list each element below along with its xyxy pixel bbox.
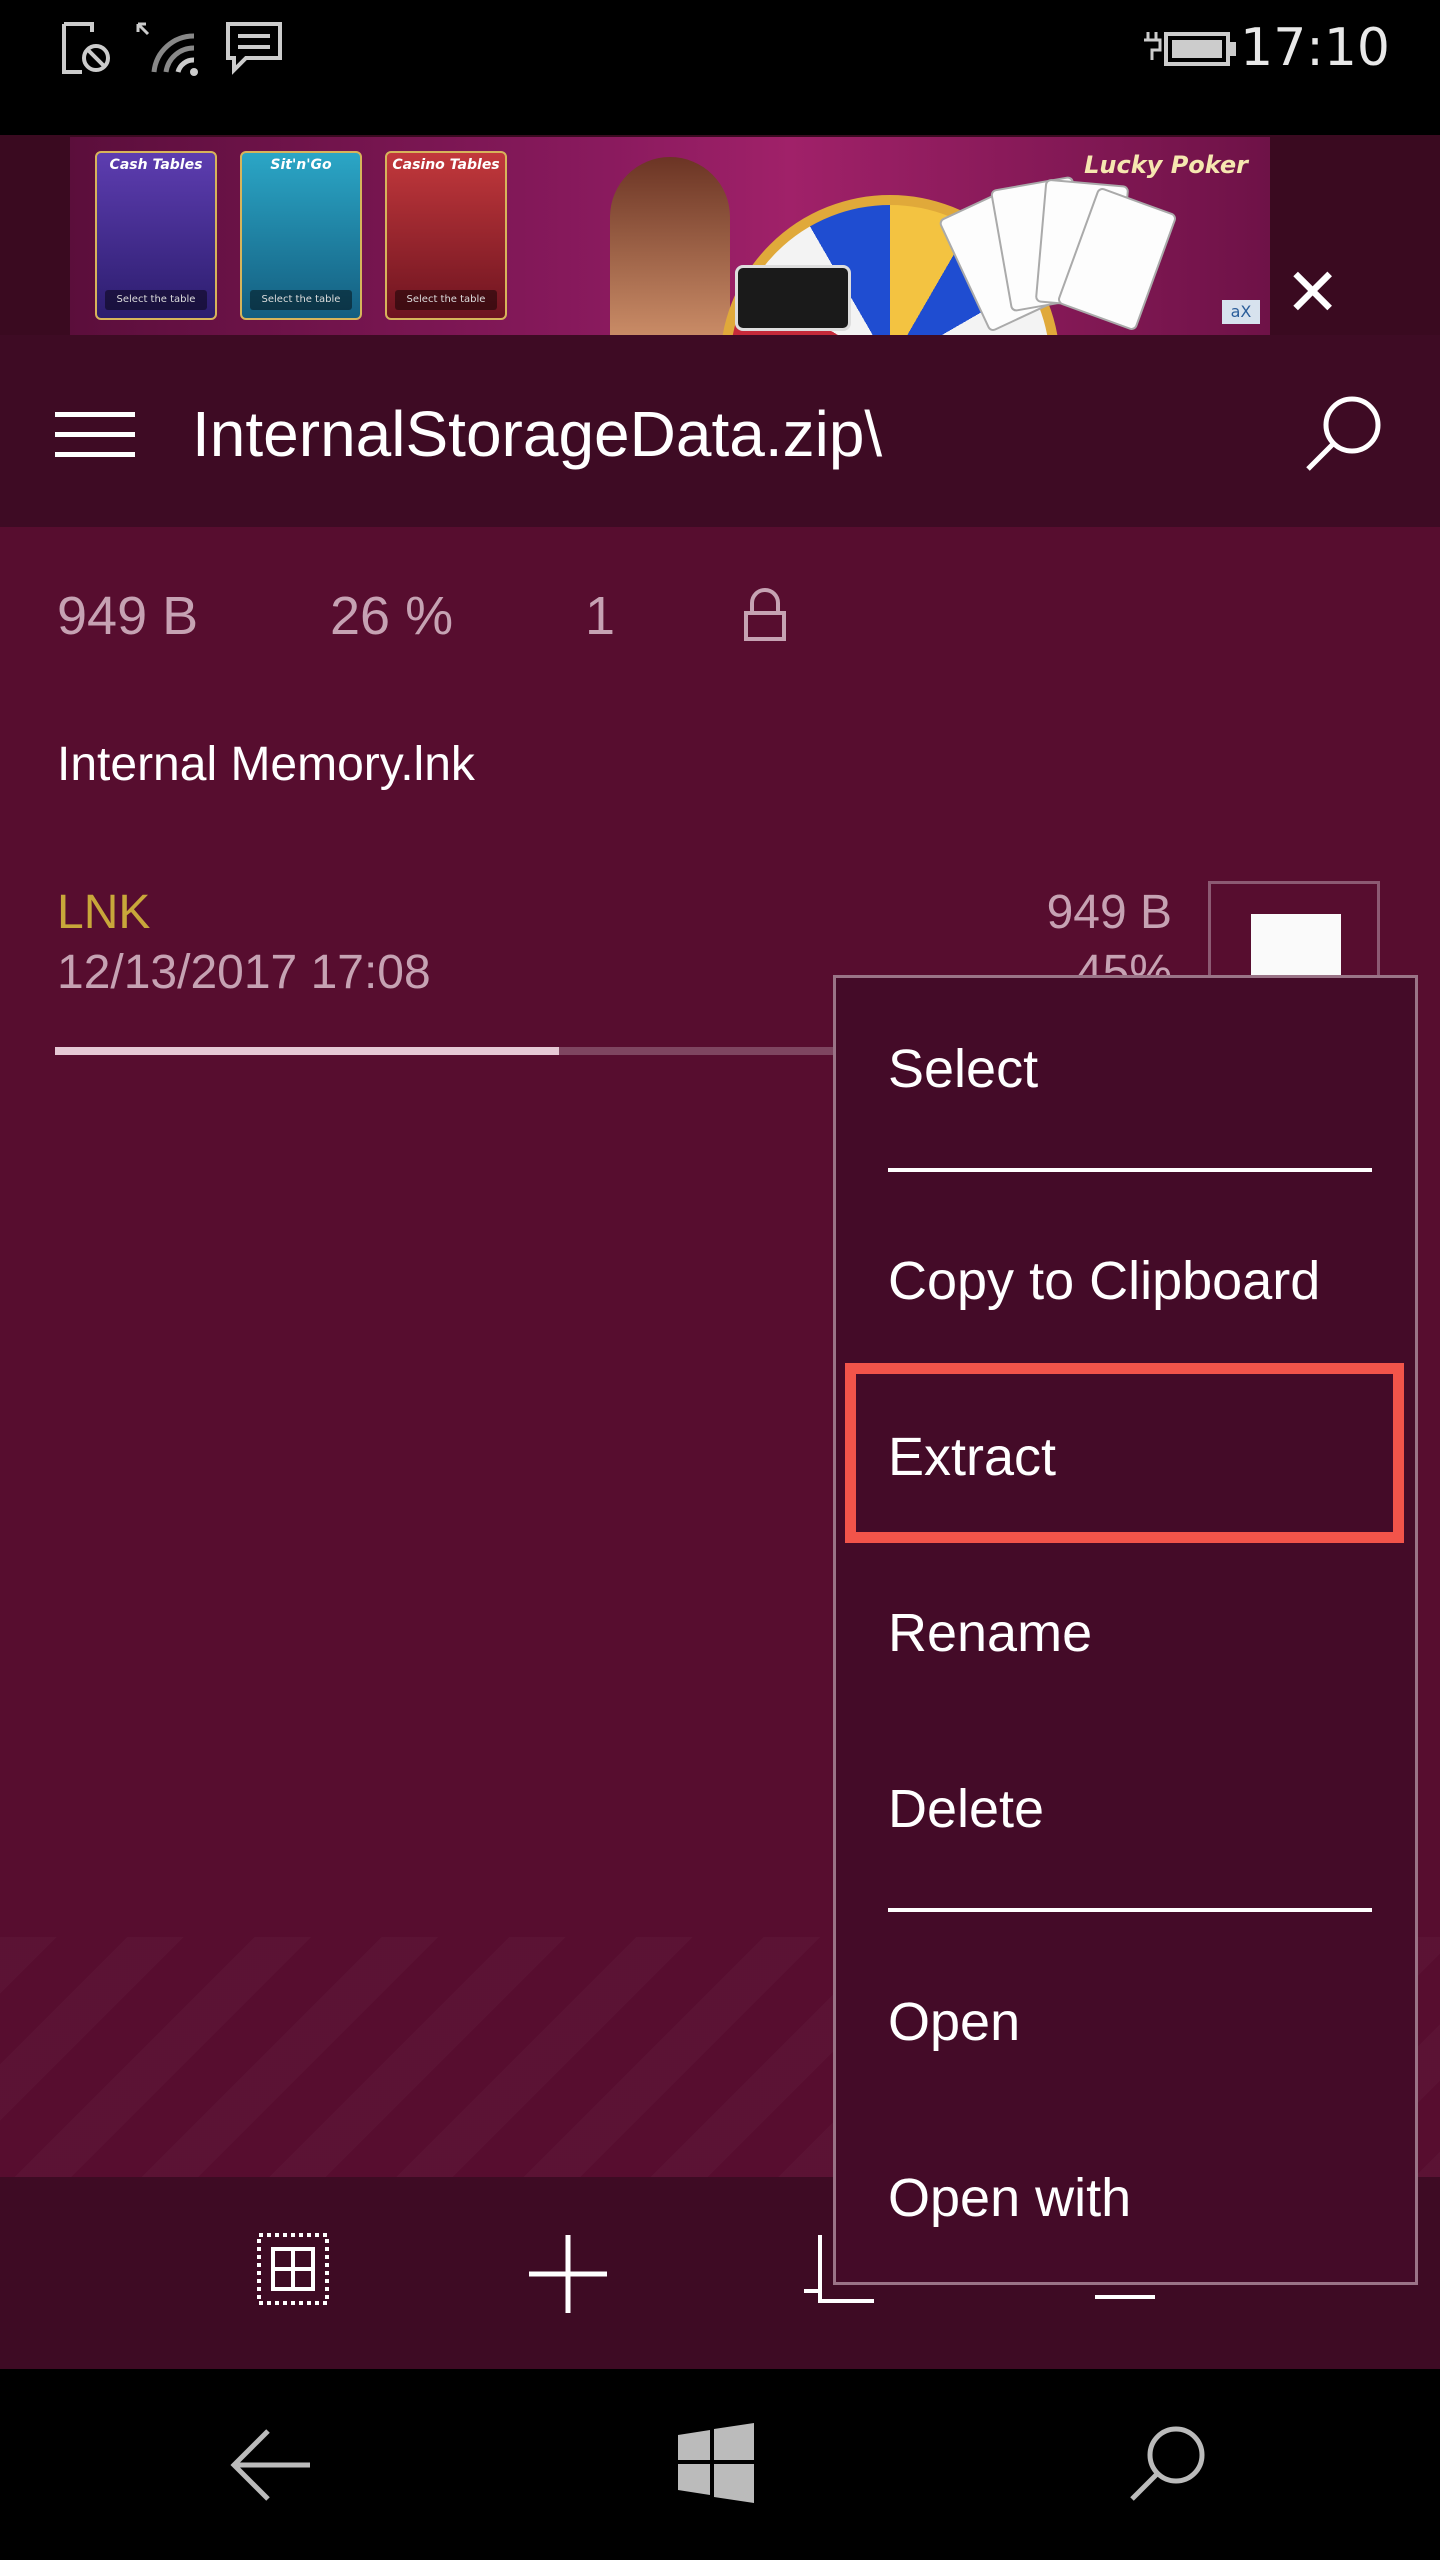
ad-image[interactable]: Cash Tables Select the table Sit'n'Go Se…: [70, 137, 1270, 335]
archive-compression: 26 %: [330, 586, 454, 646]
extract-highlight-box: [845, 1363, 1404, 1543]
compression-bar-fill: [55, 1047, 559, 1055]
add-icon[interactable]: [525, 2231, 611, 2317]
message-icon: [226, 22, 282, 75]
menu-item-delete[interactable]: Delete: [888, 1778, 1044, 1840]
page-title: InternalStorageData.zip\: [192, 398, 883, 470]
ad-dealer-image: [610, 157, 730, 335]
ad-brand: Lucky Poker: [1084, 151, 1248, 179]
menu-item-open-with[interactable]: Open with: [888, 2167, 1131, 2229]
navigation-bar: [0, 2369, 1440, 2560]
data-saver-icon: [62, 22, 110, 74]
ad-phone-image: [735, 265, 851, 331]
menu-item-open[interactable]: Open: [888, 1991, 1020, 2053]
back-icon[interactable]: [228, 2427, 314, 2503]
menu-item-copy-to-clipboard[interactable]: Copy to Clipboard: [888, 1250, 1320, 1312]
status-bar: 17:10: [0, 0, 1440, 135]
wifi-icon: [136, 22, 198, 76]
windows-icon[interactable]: [676, 2423, 756, 2503]
archive-size: 949 B: [57, 586, 199, 646]
menu-item-rename[interactable]: Rename: [888, 1602, 1092, 1664]
ad-cards-fan-image: [937, 157, 1178, 335]
menu-item-select[interactable]: Select: [888, 1038, 1038, 1100]
hamburger-icon[interactable]: [55, 412, 135, 457]
menu-divider: [888, 1908, 1372, 1912]
ad-card-cash-tables[interactable]: Cash Tables Select the table: [95, 151, 217, 320]
menu-divider: [888, 1168, 1372, 1172]
archive-file-count: 1: [585, 586, 616, 646]
ad-choices-badge[interactable]: aX: [1222, 300, 1260, 324]
ad-card-sit-n-go[interactable]: Sit'n'Go Select the table: [240, 151, 362, 320]
file-date: 12/13/2017 17:08: [57, 946, 431, 999]
entry-name[interactable]: Internal Memory.lnk: [57, 737, 475, 792]
ad-banner[interactable]: Cash Tables Select the table Sit'n'Go Se…: [0, 135, 1440, 335]
ad-card-casino-tables[interactable]: Casino Tables Select the table: [385, 151, 507, 320]
lock-icon: [744, 588, 786, 641]
search-icon[interactable]: [1124, 2421, 1210, 2507]
search-icon[interactable]: [1300, 391, 1386, 477]
file-type: LNK: [57, 886, 151, 939]
battery-charging-icon: [1144, 32, 1236, 66]
clock: 17:10: [1240, 18, 1390, 78]
file-size: 949 B: [1046, 886, 1172, 939]
select-all-icon[interactable]: [255, 2231, 331, 2307]
ad-close-button[interactable]: ✕: [1285, 260, 1340, 326]
app-bar: InternalStorageData.zip\: [0, 335, 1440, 527]
context-menu: Select Copy to Clipboard Extract Rename …: [833, 975, 1418, 2285]
